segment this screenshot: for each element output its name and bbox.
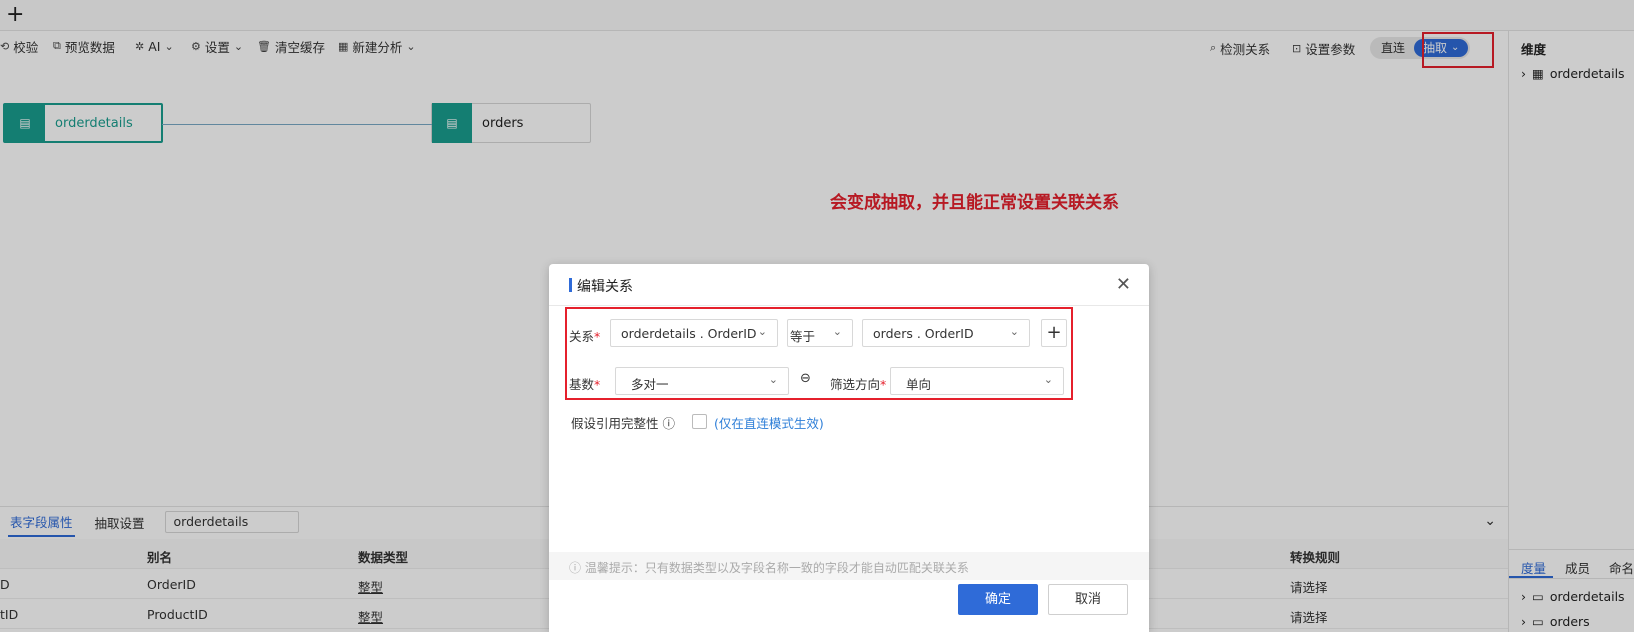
app-window: + ⟲ 校验 ⧉ 预览数据 ✲ AI ⌄ ⚙ 设置 ⌄ 🗑 清空缓存 ▦ 新建分析 ⌄ ⌕ 检测关系…: [0, 0, 1634, 632]
info-icon: ⓘ: [569, 561, 582, 575]
confirm-button[interactable]: 确定: [958, 584, 1038, 615]
title-accent: [569, 278, 572, 292]
dialog-title: 编辑关系: [577, 279, 633, 295]
help-icon[interactable]: ⓘ: [663, 416, 676, 431]
close-icon[interactable]: ✕: [1116, 274, 1131, 295]
cancel-button[interactable]: 取消: [1048, 584, 1128, 615]
hint-bar: ⓘ 温馨提示：只有数据类型以及字段名称一致的字段才能自动匹配关联关系: [549, 552, 1149, 580]
hint-text: 温馨提示：只有数据类型以及字段名称一致的字段才能自动匹配关联关系: [584, 561, 969, 575]
relation-highlight-box: [565, 307, 1073, 400]
integrity-checkbox[interactable]: [692, 414, 707, 429]
integrity-label: 假设引用完整性 ⓘ: [571, 416, 676, 431]
integrity-note: (仅在直连模式生效): [714, 416, 824, 431]
dialog-header: 编辑关系 ✕: [549, 264, 1149, 306]
